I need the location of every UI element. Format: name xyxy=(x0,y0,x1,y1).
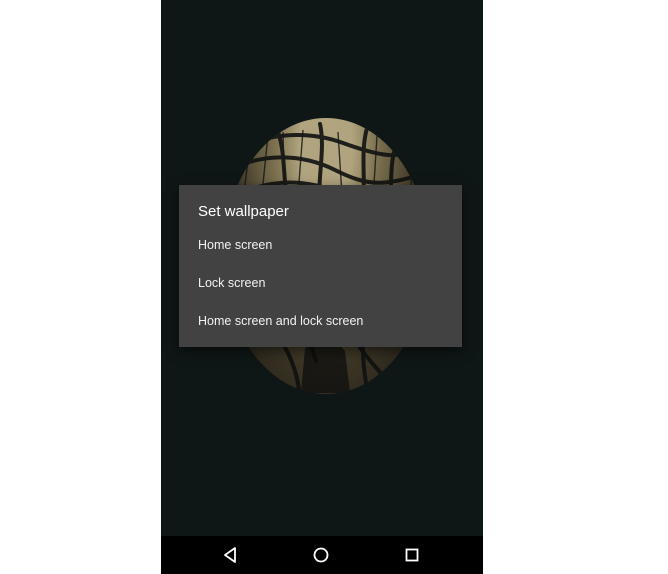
recent-apps-button[interactable] xyxy=(385,536,439,574)
home-screen-option-label: Home screen xyxy=(198,238,273,252)
home-and-lock-screen-option[interactable]: Home screen and lock screen xyxy=(179,303,462,341)
home-button[interactable] xyxy=(294,536,348,574)
back-button[interactable] xyxy=(203,536,257,574)
lock-screen-option-label: Lock screen xyxy=(198,276,266,290)
set-wallpaper-dialog: Set wallpaper Home screen Lock screen Ho… xyxy=(179,185,462,347)
back-triangle-icon xyxy=(224,547,236,563)
phone-screen: Set wallpaper Home screen Lock screen Ho… xyxy=(161,0,483,574)
home-screen-option[interactable]: Home screen xyxy=(179,227,462,265)
android-navigation-bar xyxy=(161,536,483,574)
dialog-title: Set wallpaper xyxy=(198,203,289,220)
lock-screen-option[interactable]: Lock screen xyxy=(179,265,462,303)
recent-apps-square-icon xyxy=(405,548,419,562)
home-circle-icon xyxy=(313,547,329,563)
home-and-lock-screen-option-label: Home screen and lock screen xyxy=(198,314,364,328)
